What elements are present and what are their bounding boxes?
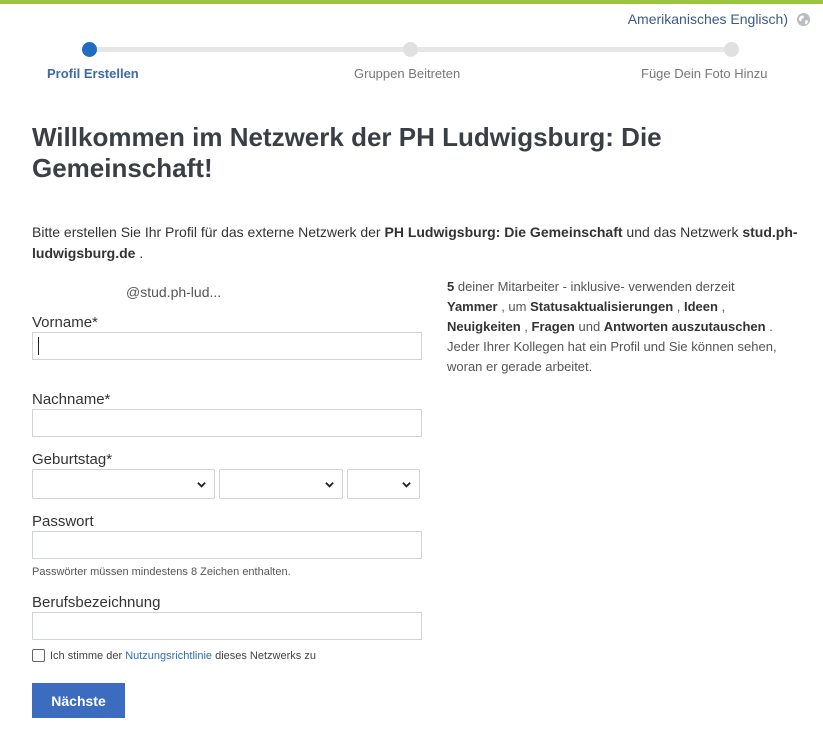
progress-stepper: Profil Erstellen Gruppen Beitreten Füge … — [0, 40, 823, 90]
birthday-month-select[interactable] — [32, 469, 215, 499]
first-name-label: Vorname* — [32, 314, 98, 331]
chevron-down-icon — [197, 482, 206, 488]
email-domain-hint: @stud.ph-lud... — [126, 284, 222, 300]
terms-agreement: Ich stimme der Nutzungsrichtlinie dieses… — [32, 649, 316, 662]
network-name: PH Ludwigsburg: Die Gemeinschaft — [384, 224, 623, 240]
last-name-label: Nachname* — [32, 391, 111, 408]
step-dot-profile — [82, 42, 97, 57]
chevron-down-icon — [402, 482, 411, 488]
language-label[interactable]: Amerikanisches Englisch) — [628, 11, 788, 27]
chevron-down-icon — [325, 482, 334, 488]
next-button[interactable]: Nächste — [32, 683, 125, 718]
password-help-text: Passwörter müssen mindestens 8 Zeichen e… — [32, 566, 291, 578]
page-title: Willkommen im Netzwerk der PH Ludwigsbur… — [32, 122, 662, 183]
top-accent-bar — [0, 0, 823, 4]
step-label-profile: Profil Erstellen — [47, 66, 139, 81]
last-name-input[interactable] — [32, 409, 422, 437]
step-label-photo: Füge Dein Foto Hinzu — [641, 66, 768, 81]
terms-link[interactable]: Nutzungsrichtlinie — [125, 650, 212, 662]
intro-text: Bitte erstellen Sie Ihr Profil für das e… — [32, 224, 798, 261]
birthday-day-select[interactable] — [219, 469, 343, 499]
terms-text: Ich stimme der Nutzungsrichtlinie dieses… — [50, 649, 316, 662]
job-title-label: Berufsbezeichnung — [32, 594, 161, 611]
step-dot-photo — [724, 42, 739, 57]
globe-icon[interactable] — [796, 12, 811, 27]
password-label: Passwort — [32, 513, 94, 530]
birthday-year-select[interactable] — [347, 469, 420, 499]
terms-checkbox[interactable] — [32, 649, 45, 662]
text-caret — [38, 337, 39, 355]
birthday-label: Geburtstag* — [32, 451, 113, 468]
job-title-input[interactable] — [32, 612, 422, 640]
step-dot-groups — [403, 42, 418, 57]
password-input[interactable] — [32, 531, 422, 559]
first-name-input[interactable] — [32, 332, 422, 360]
coworkers-info: 5 deiner Mitarbeiter - inklusive- verwen… — [447, 279, 777, 374]
step-label-groups: Gruppen Beitreten — [354, 66, 461, 81]
language-selector[interactable]: Amerikanisches Englisch) — [628, 11, 811, 27]
